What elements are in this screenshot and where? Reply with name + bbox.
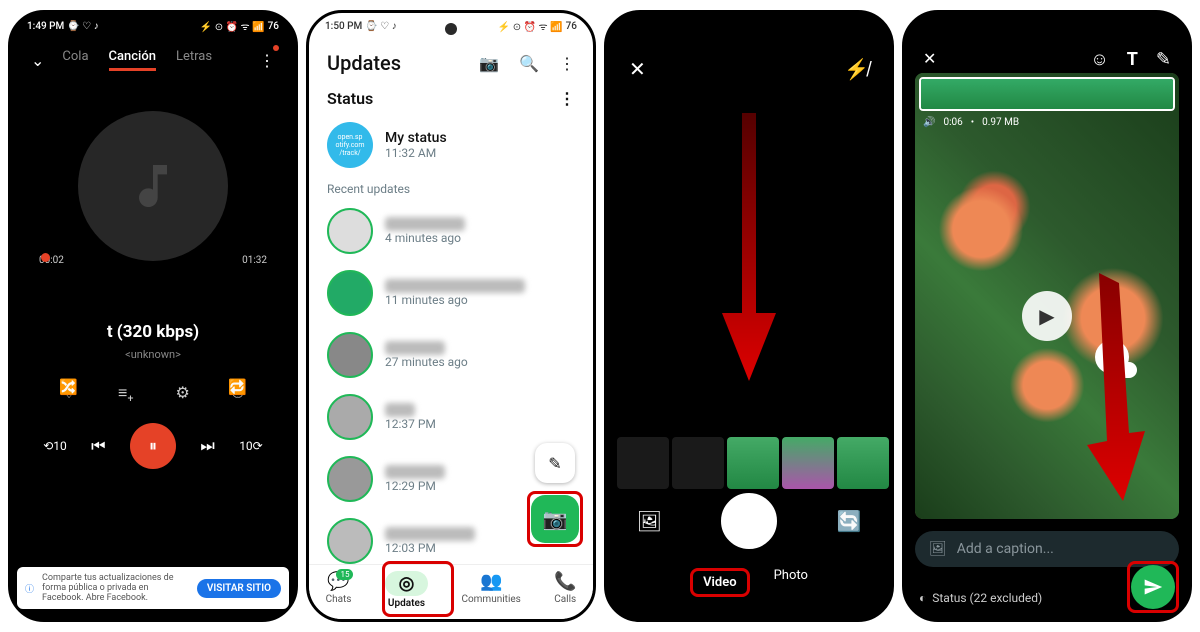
time-total: 01:32 xyxy=(242,255,267,266)
status-item[interactable]: 4 minutes ago xyxy=(309,200,593,262)
status-item[interactable]: 27 minutes ago xyxy=(309,324,593,386)
gallery-thumbnails[interactable] xyxy=(617,437,881,489)
rewind-10-icon[interactable]: ⟲10 xyxy=(43,439,67,453)
switch-camera-icon[interactable]: 🔄 xyxy=(836,509,861,533)
nav-calls[interactable]: 📞Calls xyxy=(554,571,576,609)
status-time: 1:49 PM xyxy=(27,21,64,32)
tutorial-arrow xyxy=(714,113,784,387)
nav-chats[interactable]: 💬Chats 15 xyxy=(326,571,352,609)
repeat-icon[interactable]: 🔁 xyxy=(228,378,247,396)
prev-track-icon[interactable]: ⏮ xyxy=(91,436,105,456)
status-item[interactable]: 11 minutes ago xyxy=(309,262,593,324)
battery-pct: 76 xyxy=(268,21,279,32)
video-duration: 0:06 xyxy=(943,117,962,128)
shutter-button[interactable] xyxy=(721,493,777,549)
draw-icon[interactable]: ✎ xyxy=(1156,49,1171,70)
mode-video[interactable]: Video xyxy=(690,568,750,597)
more-icon[interactable]: ⋮ xyxy=(559,54,575,73)
close-icon[interactable]: ✕ xyxy=(923,49,936,70)
video-size: 0.97 MB xyxy=(982,117,1019,128)
phone-whatsapp-updates: 1:50 PM⌚ ♡ ♪ ⚡ ⊙ ⏰ ᯤ 📶76 Updates 📷 🔍 ⋮ S… xyxy=(306,10,596,622)
ad-banner[interactable]: ⓘ Comparte tus actualizaciones de forma … xyxy=(17,567,289,609)
banner-text: Comparte tus actualizaciones de forma pú… xyxy=(42,573,189,603)
equalizer-icon[interactable]: ⚙ xyxy=(176,383,190,403)
item-name: My status xyxy=(385,130,447,146)
add-media-icon[interactable]: 🖼 xyxy=(929,541,947,557)
track-title: t (320 kbps) xyxy=(11,322,295,342)
recent-heading: Recent updates xyxy=(309,176,593,200)
shuffle-icon[interactable]: 🔀 xyxy=(59,378,78,396)
tutorial-arrow xyxy=(1079,273,1149,507)
unread-badge: 15 xyxy=(336,569,353,580)
playlist-add-icon[interactable]: ≡₊ xyxy=(118,383,134,403)
avatar: open.spotify.com/track/ xyxy=(327,122,373,168)
status-heading: Status xyxy=(327,89,373,108)
text-icon[interactable]: T xyxy=(1127,49,1138,70)
status-privacy[interactable]: ◐ Status (22 excluded) xyxy=(919,591,1042,605)
phone-music-player: 1:49 PM⌚ ♡ ♪ ⚡ ⊙ ⏰ ᯤ 📶76 ⌄ Cola Canción … xyxy=(8,10,298,622)
status-more-icon[interactable]: ⋮ xyxy=(559,89,575,108)
visit-site-button[interactable]: VISITAR SITIO xyxy=(197,579,281,598)
gallery-icon[interactable]: 🖼 xyxy=(637,509,662,533)
phone-caption-editor: ✕ ☺ T ✎ 🔊 0:06 • 0.97 MB ▶ 🖼 Add a capti… xyxy=(902,10,1192,622)
tab-lyrics[interactable]: Letras xyxy=(176,49,212,71)
close-icon[interactable]: ✕ xyxy=(629,57,646,82)
item-time: 11:32 AM xyxy=(385,146,447,160)
more-icon[interactable]: ⋮ xyxy=(259,51,275,70)
my-status-item[interactable]: open.spotify.com/track/ My status 11:32 … xyxy=(309,114,593,176)
chevron-down-icon[interactable]: ⌄ xyxy=(31,51,44,70)
caption-placeholder: Add a caption... xyxy=(957,541,1054,557)
highlight-send-button xyxy=(1127,561,1179,613)
search-icon[interactable]: 🔍 xyxy=(519,54,539,73)
album-art xyxy=(78,111,228,261)
pause-button[interactable]: ⏸ xyxy=(130,423,176,469)
status-item[interactable]: 12:37 PM xyxy=(309,386,593,448)
play-button[interactable]: ▶ xyxy=(1022,291,1072,341)
highlight-updates-tab xyxy=(382,561,454,617)
mode-photo[interactable]: Photo xyxy=(774,568,808,597)
page-title: Updates xyxy=(327,51,401,75)
next-track-icon[interactable]: ⏭ xyxy=(200,436,214,456)
mute-icon[interactable]: 🔊 xyxy=(923,117,935,128)
text-status-button[interactable]: ✎ xyxy=(535,443,575,483)
highlight-camera-fab xyxy=(527,491,583,547)
video-trim-bar[interactable] xyxy=(919,77,1175,111)
phone-camera: ✕ ⚡̸ 🖼 🔄 Video Photo xyxy=(604,10,894,622)
camera-icon[interactable]: 📷 xyxy=(479,54,499,73)
forward-10-icon[interactable]: 10⟳ xyxy=(239,439,263,453)
tab-queue[interactable]: Cola xyxy=(62,49,88,71)
nav-communities[interactable]: 👥Communities xyxy=(461,571,520,609)
tab-song[interactable]: Canción xyxy=(109,49,156,71)
track-artist: <unknown> xyxy=(11,348,295,361)
sticker-icon[interactable]: ☺ xyxy=(1090,49,1108,70)
status-icon: ◐ xyxy=(919,591,926,605)
progress-handle[interactable] xyxy=(41,253,50,262)
flash-off-icon[interactable]: ⚡̸ xyxy=(844,57,869,82)
